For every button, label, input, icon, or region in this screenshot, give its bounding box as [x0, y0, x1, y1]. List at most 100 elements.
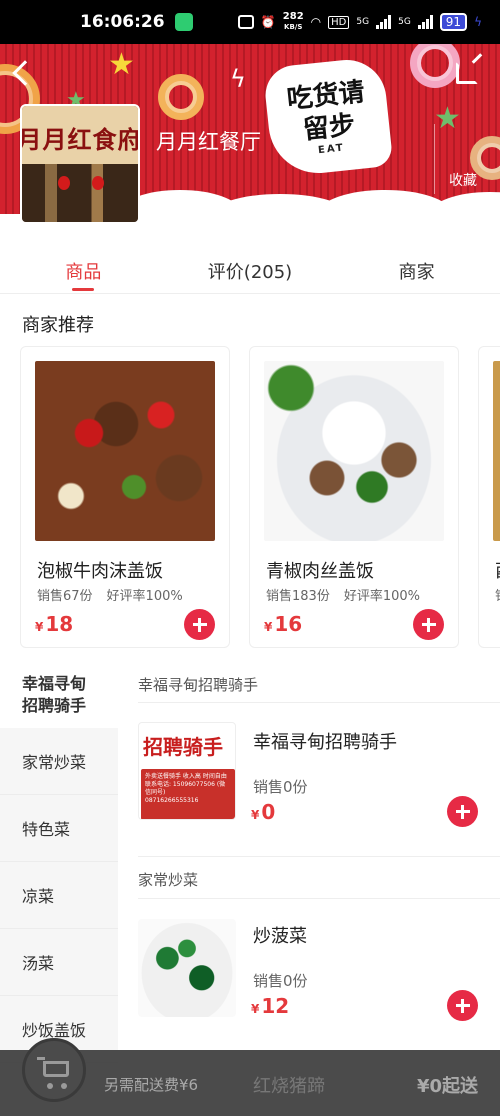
dish-price: ¥18 [35, 612, 73, 636]
storefront-door [22, 164, 138, 222]
divider [138, 898, 500, 899]
dish-rating: 好评率100% [106, 589, 183, 604]
signal-2-label: 5G [398, 17, 411, 27]
cloud-decoration [430, 192, 500, 214]
dish-price-value: 12 [261, 994, 290, 1018]
dish-sales: 销售67份 [37, 589, 93, 604]
alarm-icon: ⏰ [260, 15, 276, 29]
dish-meta: 销售67份 好评率100% [37, 585, 183, 604]
tab-goods[interactable]: 商品 [0, 244, 167, 293]
network-speed-value: 282 [282, 11, 304, 22]
dish-sales: 销售183份 [266, 589, 330, 604]
menu-list[interactable]: 幸福寻甸招聘骑手 招聘骑手 外卖送餐骑手 收入高 时间自由 联系电话: 1509… [138, 662, 500, 1062]
recruit-image-phone-1: 联系电话: 15096077506 (微信同号) [145, 781, 226, 796]
cart-icon [37, 1057, 71, 1089]
dish-price: ¥16 [264, 612, 302, 636]
dish-currency: ¥ [251, 1002, 260, 1016]
banner-logo-text: 吃货请留步 [285, 76, 367, 146]
recommend-card[interactable]: 泡椒牛肉沫盖饭 销售67份 好评率100% ¥18 [20, 346, 230, 648]
battery-icon: 91 [439, 13, 468, 31]
dish-meta: 销 [495, 585, 500, 604]
dish-name: 炒菠菜 [253, 926, 307, 947]
signal-1-icon [376, 15, 392, 29]
dish-image [138, 919, 236, 1017]
dish-name: 酉 [495, 557, 500, 583]
category-label: 幸福寻甸招聘骑手 [22, 674, 87, 715]
dish-image [35, 361, 215, 541]
next-dish-name-peek: 红烧猪蹄 [253, 1076, 325, 1097]
shop-avatar: 月月红食府 [20, 104, 140, 224]
min-order-button[interactable]: ¥0起送 [417, 1072, 478, 1098]
dish-sales: 销售0份 [253, 972, 308, 990]
divider [138, 856, 500, 857]
dish-price: ¥12 [251, 994, 289, 1018]
add-to-cart-button[interactable] [184, 609, 215, 640]
recruit-image-title: 招聘骑手 [143, 735, 223, 759]
dish-rating: 好评率100% [343, 589, 420, 604]
network-speed: 282 KB/S [283, 12, 304, 32]
storefront-sign: 月月红食府 [22, 106, 138, 168]
status-icons: ⏰ 282 KB/S ◠ HD 5G 5G 91 ϟ [237, 12, 482, 32]
star-decoration-icon: ★ [108, 47, 135, 82]
dish-currency: ¥ [251, 808, 260, 822]
donut-decoration-icon [410, 44, 460, 88]
dish-name: 幸福寻甸招聘骑手 [253, 732, 397, 753]
banner-logo: 吃货请留步 EAT [262, 56, 394, 178]
wechat-notification-icon [174, 13, 193, 31]
wifi-icon: ◠ [310, 15, 322, 29]
category-item-home-stirfry[interactable]: 家常炒菜 [0, 728, 118, 795]
recruit-image-phone-2: 08716266555316 [145, 797, 199, 804]
charging-icon: ϟ [474, 15, 482, 29]
cart-button[interactable] [22, 1038, 86, 1102]
dish-image: 招聘骑手 外卖送餐骑手 收入高 时间自由 联系电话: 15096077506 (… [138, 722, 236, 820]
recruit-image-sub: 外卖送餐骑手 收入高 时间自由 [145, 773, 227, 780]
lightning-decoration-icon: ϟ [230, 65, 246, 93]
recommend-title: 商家推荐 [22, 315, 94, 336]
shop-page: 16:06:26 ⏰ 282 KB/S ◠ HD 5G 5G 91 ϟ ★ ★ … [0, 0, 500, 1116]
lantern-icon [92, 176, 104, 190]
shop-tabs: 商品 评价(205) 商家 [0, 244, 500, 294]
add-to-cart-button[interactable] [447, 796, 478, 827]
dish-meta: 销售183份 好评率100% [266, 585, 420, 604]
network-speed-unit: KB/S [284, 23, 303, 31]
group-title: 幸福寻甸招聘骑手 [138, 676, 259, 694]
recommend-row[interactable]: 泡椒牛肉沫盖饭 销售67份 好评率100% ¥18 青椒肉丝盖饭 销售183份 好评… [20, 346, 500, 650]
dish-sales: 销 [495, 589, 500, 604]
signal-2-icon [417, 15, 433, 29]
category-item-recruit[interactable]: 幸福寻甸招聘骑手 [0, 662, 118, 728]
share-icon[interactable] [456, 62, 478, 84]
dish-sales: 销售0份 [253, 778, 308, 796]
dish-name: 泡椒牛肉沫盖饭 [37, 561, 163, 582]
recommend-card[interactable]: 青椒肉丝盖饭 销售183份 好评率100% ¥16 [249, 346, 459, 648]
hd-icon: HD [328, 15, 350, 29]
divider [138, 702, 500, 703]
donut-decoration-icon [158, 74, 204, 120]
tab-reviews[interactable]: 评价(205) [167, 244, 334, 293]
recommend-card[interactable]: 酉 销 [478, 346, 500, 648]
dish-image [493, 361, 500, 541]
recruit-image-banner: 外卖送餐骑手 收入高 时间自由 联系电话: 15096077506 (微信同号)… [141, 769, 235, 819]
dish-price-value: 18 [45, 612, 74, 636]
tab-merchant[interactable]: 商家 [333, 244, 500, 293]
category-sidebar: 幸福寻甸招聘骑手 家常炒菜 特色菜 凉菜 汤菜 炒饭盖饭 [0, 662, 118, 1063]
category-item-soup[interactable]: 汤菜 [0, 929, 118, 996]
shop-name: 月月红餐厅 [156, 130, 261, 154]
status-time: 16:06:26 [80, 12, 165, 32]
banner-logo-sub: EAT [317, 141, 346, 156]
dish-price: ¥0 [251, 800, 275, 824]
add-to-cart-button[interactable] [413, 609, 444, 640]
category-item-cold[interactable]: 凉菜 [0, 862, 118, 929]
add-to-cart-button[interactable] [447, 990, 478, 1021]
cart-bar: 另需配送费¥6 ¥0起送 [0, 1038, 500, 1116]
dish-image [264, 361, 444, 541]
favorite-label: 收藏 [449, 173, 477, 189]
dish-price-value: 16 [274, 612, 303, 636]
category-item-special[interactable]: 特色菜 [0, 795, 118, 862]
lantern-icon [58, 176, 70, 190]
dish-currency: ¥ [264, 620, 273, 634]
nfc-icon [237, 15, 254, 29]
dish-price-value: 0 [261, 800, 276, 824]
dish-currency: ¥ [35, 620, 44, 634]
favorite-button[interactable]: 收藏 [434, 124, 500, 194]
group-title: 家常炒菜 [138, 871, 199, 889]
